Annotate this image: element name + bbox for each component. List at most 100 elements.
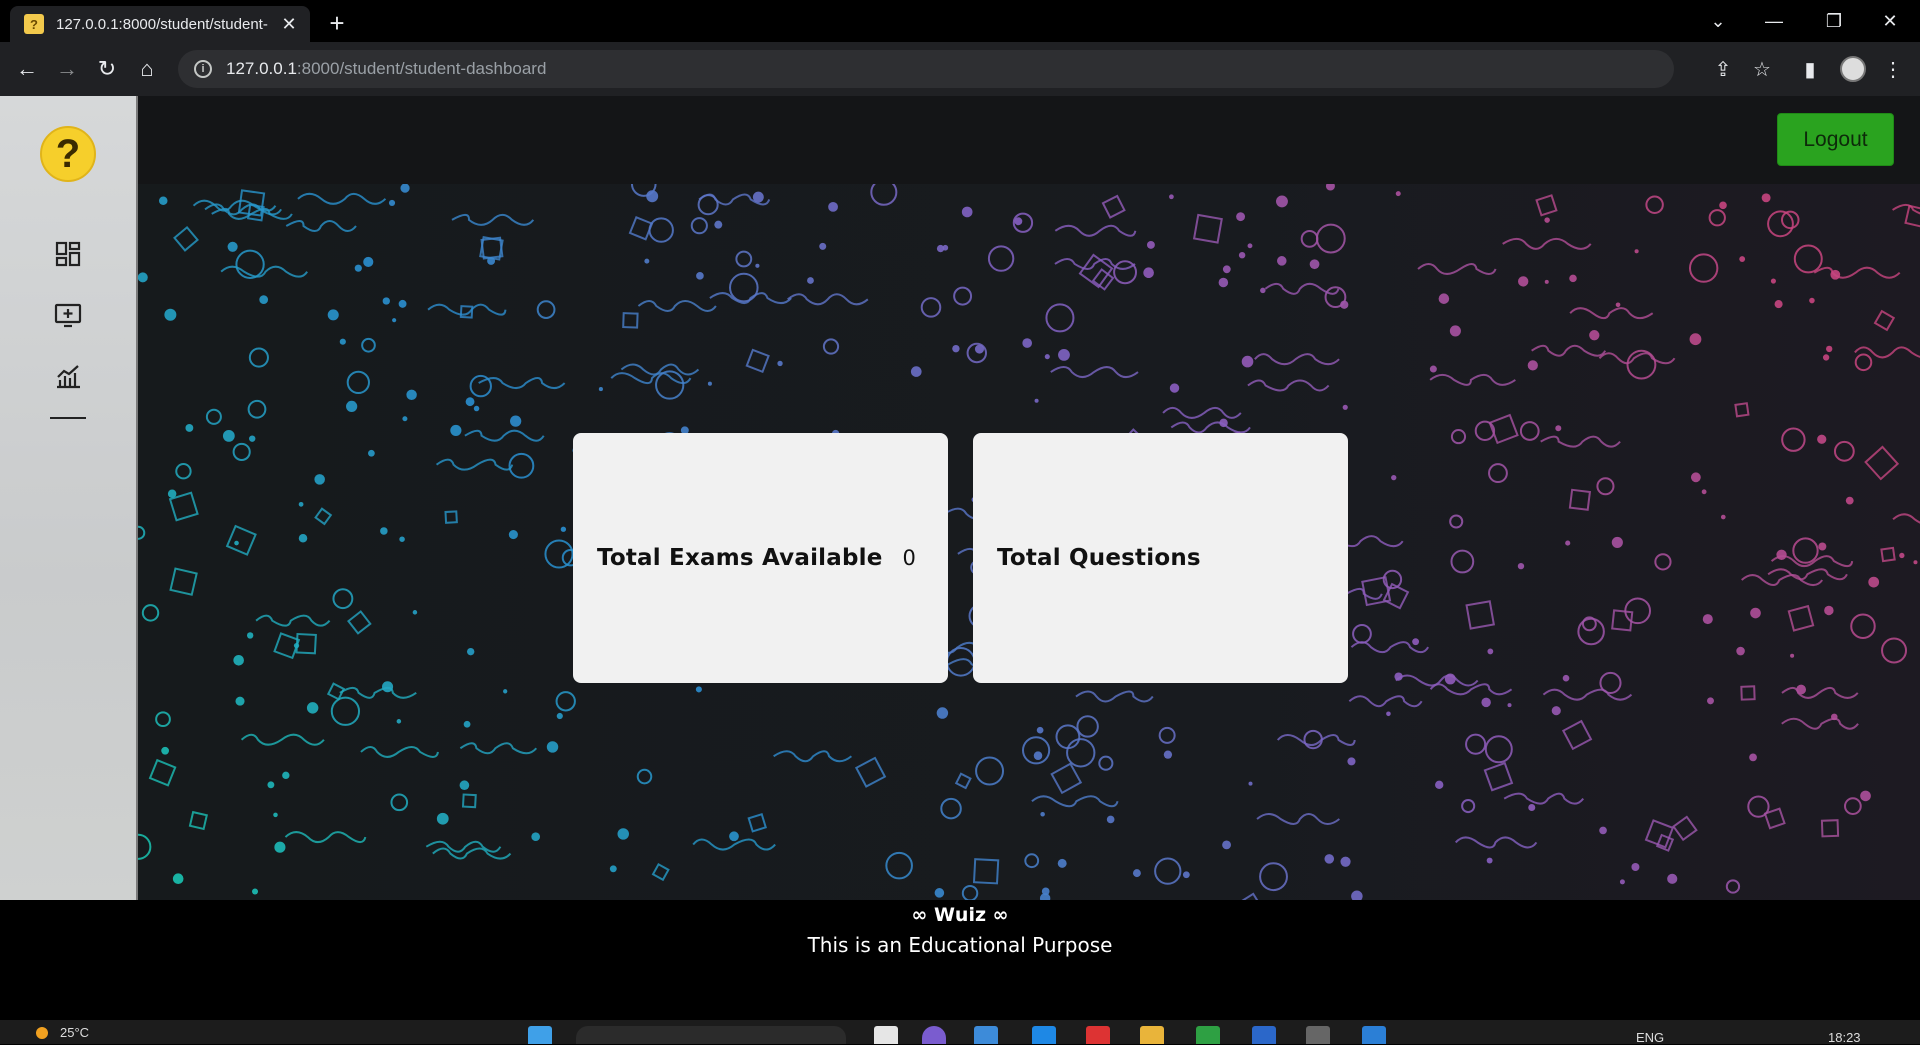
stats-chart-icon[interactable]	[52, 360, 84, 392]
doodle-squiggle	[1075, 690, 1154, 703]
doodle-ring	[1315, 223, 1346, 254]
doodle-dot	[1776, 549, 1787, 560]
doodle-dot	[1342, 404, 1348, 410]
doodle-ring	[1066, 738, 1096, 768]
doodle-square	[1740, 685, 1756, 701]
doodle-dot	[1481, 697, 1491, 708]
start-menu-icon[interactable]	[528, 1026, 552, 1044]
doodle-ring	[1854, 353, 1873, 372]
language-indicator[interactable]: ENG	[1636, 1030, 1664, 1045]
doodle-dot	[609, 865, 617, 873]
doodle-square	[622, 312, 639, 329]
doodle-dot	[1589, 330, 1600, 341]
weather-widget[interactable]: 25°C	[36, 1025, 89, 1040]
side-panel-icon[interactable]: ▮	[1795, 54, 1825, 84]
bookmark-star-icon[interactable]: ☆	[1747, 54, 1777, 84]
doodle-dot	[402, 416, 408, 422]
doodle-dot	[1707, 697, 1714, 705]
doodle-dot	[556, 712, 563, 720]
doodle-ring	[361, 337, 376, 353]
new-tab-button[interactable]: +	[322, 8, 352, 38]
tab-search-icon[interactable]: ⌄	[1690, 0, 1746, 42]
doodle-dot	[346, 400, 358, 413]
doodle-dot	[368, 449, 375, 457]
home-button[interactable]: ⌂	[130, 52, 164, 86]
doodle-dot	[459, 780, 470, 791]
doodle-dot	[1562, 674, 1570, 682]
logout-button[interactable]: Logout	[1777, 113, 1894, 166]
doodle-ring	[1844, 797, 1862, 815]
taskbar-app-icon[interactable]	[974, 1026, 998, 1044]
forward-button[interactable]: →	[50, 52, 84, 86]
doodle-dot	[1169, 383, 1180, 393]
doodle-dot	[1667, 873, 1678, 884]
doodle-squiggle	[284, 831, 367, 844]
doodle-dot	[777, 360, 783, 367]
doodle-dot	[1544, 279, 1549, 284]
doodle-dot	[1774, 300, 1783, 309]
doodle-dot	[185, 424, 194, 432]
doodle-square	[1568, 488, 1592, 511]
taskbar-app-icon[interactable]	[1032, 1026, 1056, 1044]
profile-avatar[interactable]	[1838, 54, 1868, 84]
total-exams-value: 0	[902, 546, 916, 570]
doodle-dot	[1182, 871, 1190, 879]
doodle-dot	[314, 474, 325, 485]
doodle-dot	[450, 424, 462, 437]
doodle-ring	[1449, 514, 1464, 529]
chrome-taskbar-icon[interactable]	[1086, 1026, 1110, 1044]
doodle-ring	[469, 374, 492, 398]
doodle-square	[1734, 402, 1750, 418]
minimize-button[interactable]: —	[1746, 0, 1802, 42]
close-tab-icon[interactable]: ✕	[278, 13, 300, 35]
restore-button[interactable]: ❐	[1806, 0, 1862, 42]
doodle-square	[1535, 194, 1558, 217]
share-icon[interactable]: ⇪	[1708, 54, 1738, 84]
close-window-button[interactable]: ✕	[1862, 0, 1918, 42]
address-bar[interactable]: i 127.0.0.1:8000/student/student-dashboa…	[178, 50, 1674, 88]
doodle-dot	[298, 533, 308, 543]
doodle-dot	[1527, 360, 1538, 371]
taskbar-app-icon[interactable]	[1252, 1026, 1276, 1044]
doodle-squiggle	[255, 614, 331, 627]
dashboard-icon[interactable]	[52, 238, 84, 270]
doodle-ring	[1352, 624, 1372, 644]
doodle-dot	[1163, 750, 1173, 759]
file-explorer-icon[interactable]	[1140, 1026, 1164, 1044]
doodle-dot	[1486, 857, 1493, 864]
doodle-dot	[1236, 212, 1246, 222]
add-exam-icon[interactable]	[52, 299, 84, 331]
system-clock[interactable]: 18:23	[1828, 1030, 1861, 1045]
doodle-ring	[636, 768, 653, 785]
doodle-dot	[934, 888, 945, 898]
taskbar-search-box[interactable]	[576, 1026, 846, 1044]
doodle-dot	[251, 888, 259, 895]
doodle-square	[461, 793, 477, 809]
reload-button[interactable]: ↻	[90, 52, 124, 86]
taskbar-app-icon[interactable]	[874, 1026, 898, 1044]
site-info-icon[interactable]: i	[194, 60, 212, 78]
doodle-dot	[363, 256, 374, 267]
browser-tab[interactable]: ? 127.0.0.1:8000/student/student- ✕	[10, 6, 310, 42]
doodle-ring	[508, 452, 535, 479]
sidebar: ?	[0, 96, 138, 900]
doodle-dot	[1634, 249, 1639, 254]
doodle-ring	[175, 463, 192, 480]
doodle-ring	[138, 833, 152, 860]
taskbar-app-icon[interactable]	[922, 1026, 946, 1044]
doodle-square	[188, 810, 208, 831]
doodle-dot	[398, 299, 407, 308]
doodle-squiggle	[1503, 792, 1585, 805]
doodle-dot	[646, 190, 659, 203]
menu-kebab-icon[interactable]: ⋮	[1878, 54, 1908, 84]
vscode-taskbar-icon[interactable]	[1362, 1026, 1386, 1044]
taskbar-app-icon[interactable]	[1196, 1026, 1220, 1044]
doodle-ring	[1461, 798, 1476, 814]
doodle-dot	[382, 297, 390, 305]
taskbar-app-icon[interactable]	[1306, 1026, 1330, 1044]
doodle-dot	[1412, 638, 1420, 646]
back-button[interactable]: ←	[10, 52, 44, 86]
doodle-ring	[1450, 549, 1475, 574]
doodle-dot	[406, 389, 417, 400]
app-logo[interactable]: ?	[40, 126, 96, 182]
